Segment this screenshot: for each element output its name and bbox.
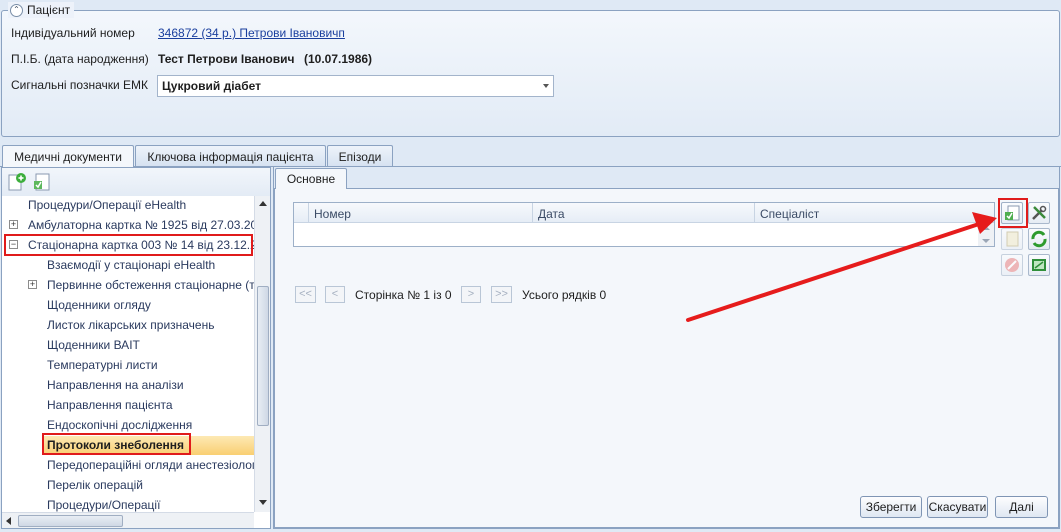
last-page-button[interactable]: >>	[491, 286, 512, 303]
column-date[interactable]: Дата	[532, 203, 754, 223]
scroll-left-icon[interactable]	[6, 517, 11, 525]
highlight-box	[998, 198, 1028, 228]
scroll-up-icon[interactable]	[259, 201, 267, 206]
tree-item[interactable]: Щоденники ВАІТ	[2, 336, 254, 355]
spreadsheet-icon	[1032, 259, 1046, 271]
refresh-button[interactable]	[1028, 228, 1050, 250]
tree-horizontal-scrollbar[interactable]	[2, 512, 254, 528]
scroll-down-icon[interactable]	[982, 239, 990, 243]
name-label: П.І.Б. (дата народження)	[11, 52, 149, 66]
signals-value: Цукровий діабет	[162, 79, 261, 93]
rows-count: Усього рядків 0	[522, 288, 607, 302]
documents-tree-panel: Процедури/Операції eHealth + Амбулаторна…	[1, 167, 271, 529]
expand-icon[interactable]: +	[9, 220, 18, 229]
next-page-button[interactable]: >	[461, 286, 481, 303]
tree-item[interactable]: Направлення на аналізи	[2, 376, 254, 395]
tree-item[interactable]: Перелік операцій	[2, 476, 254, 495]
export-button[interactable]	[1028, 254, 1050, 276]
scroll-thumb[interactable]	[257, 286, 269, 426]
settings-button[interactable]	[1028, 202, 1050, 224]
tree-item[interactable]: Процедури/Операції	[2, 496, 254, 512]
tree-item[interactable]: Передопераційні огляди анестезіолог	[2, 456, 254, 475]
tree-item[interactable]: + Первинне обстеження стаціонарне (т	[2, 276, 254, 295]
expand-icon[interactable]: +	[28, 280, 37, 289]
id-label: Індивідуальний номер	[11, 26, 135, 40]
tab-main[interactable]: Основне	[275, 168, 347, 189]
highlight-box	[42, 433, 191, 455]
delete-icon	[1005, 258, 1019, 272]
column-specialist[interactable]: Спеціаліст	[754, 203, 978, 223]
add-document-icon[interactable]	[7, 172, 27, 192]
column-number[interactable]: Номер	[308, 203, 533, 223]
first-page-button[interactable]: <<	[295, 286, 316, 303]
patient-panel-header[interactable]: ⌃ Пацієнт	[8, 2, 75, 18]
patient-birth-date: (10.07.1986)	[304, 52, 373, 66]
grid-header: Номер Дата Спеціаліст	[294, 203, 994, 223]
save-button[interactable]: Зберегти	[860, 496, 922, 518]
tree-item[interactable]: Температурні листи	[2, 356, 254, 375]
tree-item[interactable]: Листок лікарських призначень	[2, 316, 254, 335]
patient-id-link[interactable]: 346872 (34 р.) Петрови Івановичп	[158, 26, 345, 40]
new-record-icon[interactable]	[32, 172, 52, 192]
tab-episodes[interactable]: Епізоди	[327, 145, 393, 166]
previous-page-button[interactable]: <	[325, 286, 345, 303]
patient-name: Тест Петрови Іванович	[158, 52, 295, 66]
protocols-grid[interactable]: Номер Дата Спеціаліст	[293, 202, 995, 247]
cancel-button[interactable]: Скасувати	[927, 496, 988, 518]
tools-icon	[1032, 205, 1047, 220]
tree-item[interactable]: Направлення пацієнта	[2, 396, 254, 415]
tab-medical-documents[interactable]: Медичні документи	[2, 145, 134, 167]
tree-item[interactable]: + Амбулаторна картка № 1925 від 27.03.20	[2, 216, 254, 235]
tree-item[interactable]: Взаємодії у стаціонарі eHealth	[2, 256, 254, 275]
edit-record-button[interactable]	[1001, 228, 1023, 250]
tree-toolbar	[2, 168, 270, 196]
edit-document-icon	[1006, 231, 1019, 247]
scroll-up-icon[interactable]	[982, 226, 990, 230]
page-indicator: Сторінка № 1 із 0	[355, 288, 452, 302]
patient-panel-title: Пацієнт	[27, 3, 71, 17]
refresh-icon	[1031, 230, 1047, 248]
tab-key-info[interactable]: Ключова інформація пацієнта	[135, 145, 326, 166]
next-button[interactable]: Далі	[995, 496, 1048, 518]
scroll-thumb[interactable]	[18, 515, 123, 527]
chevron-down-icon[interactable]	[543, 84, 549, 88]
signals-label: Сигнальні позначки ЕМК	[11, 78, 149, 92]
tree-item[interactable]: Щоденники огляду	[2, 296, 254, 315]
highlight-box	[4, 234, 253, 256]
scroll-down-icon[interactable]	[259, 500, 267, 505]
tree-vertical-scrollbar[interactable]	[254, 196, 270, 512]
signals-combobox[interactable]: Цукровий діабет	[157, 75, 554, 97]
collapse-icon[interactable]: ⌃	[10, 3, 23, 17]
grid-scrollbar[interactable]	[978, 223, 994, 246]
tree-item[interactable]: Процедури/Операції eHealth	[2, 196, 254, 215]
delete-record-button[interactable]	[1001, 254, 1023, 276]
